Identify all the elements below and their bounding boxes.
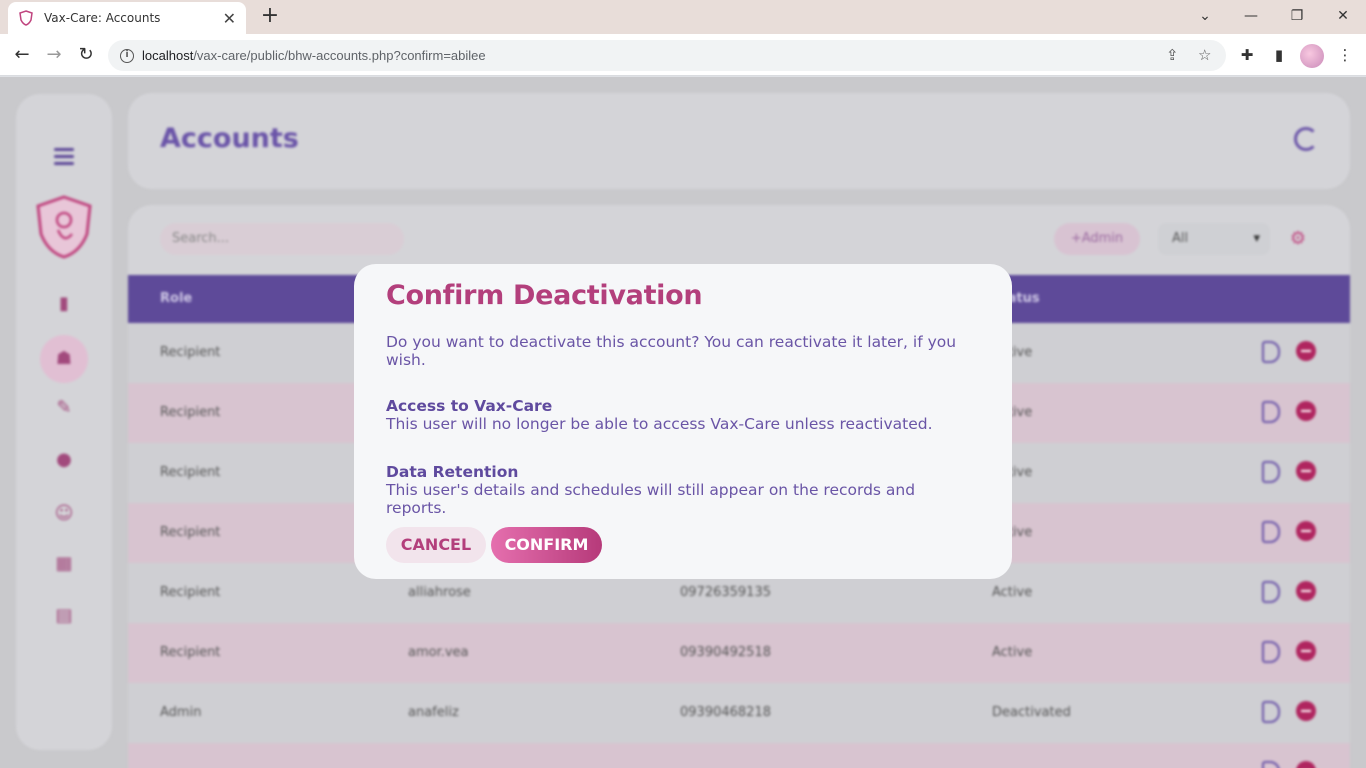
role-filter-select[interactable]: All [1158,223,1270,255]
deactivate-icon[interactable] [1296,641,1316,661]
reload-icon[interactable]: ↻ [74,43,98,67]
browser-menu-icon[interactable]: ⋮ [1334,44,1356,66]
deactivate-icon[interactable] [1296,401,1316,421]
browser-tab-bar: Vax-Care: Accounts ✕ + ⌄ — ❐ ✕ [0,0,1366,34]
cancel-button[interactable]: CANCEL [386,527,486,563]
minimize-icon[interactable]: — [1228,0,1274,32]
dialog-body: Do you want to deactivate this account? … [386,333,980,517]
table-row: Recipient amor.vea 09390492518 Active [128,623,1350,683]
confirm-button[interactable]: CONFIRM [491,527,602,563]
calendar-icon[interactable]: ▦ [52,552,76,576]
logout-icon[interactable] [1294,127,1318,151]
baby-icon[interactable]: ☺ [52,502,76,526]
browser-tab[interactable]: Vax-Care: Accounts ✕ [8,2,246,34]
url-text: localhost/vax-care/public/bhw-accounts.p… [142,48,486,63]
browser-toolbar: ← → ↻ i localhost/vax-care/public/bhw-ac… [0,34,1366,76]
table-row: Admin anafeliz 09390468218 Deactivated [128,683,1350,743]
search-input[interactable]: Search... [160,223,404,255]
stats-icon[interactable]: ▮ [52,292,76,316]
extensions-icon[interactable]: ✚ [1236,44,1258,66]
retention-section-title: Data Retention [386,463,519,481]
deactivate-icon[interactable] [1296,701,1316,721]
vaccine-icon[interactable]: ✎ [52,396,76,420]
back-icon[interactable]: ← [10,43,34,67]
accounts-icon[interactable]: ☗ [52,347,76,371]
deactivate-icon[interactable] [1296,461,1316,481]
edit-icon[interactable] [1262,761,1280,768]
table-row [128,743,1350,768]
access-section-title: Access to Vax-Care [386,397,553,415]
retention-section-text: This user's details and schedules will s… [386,481,916,517]
edit-icon[interactable] [1262,701,1280,723]
add-admin-button[interactable]: +Admin [1054,223,1140,255]
side-panel-icon[interactable]: ▮ [1268,44,1290,66]
column-header-role: Role [160,291,193,306]
sidebar: ▮ ☗ ✎ ● ☺ ▦ ▤ [16,94,112,750]
tab-title: Vax-Care: Accounts [44,11,161,25]
health-worker-icon[interactable]: ● [52,448,76,472]
deactivate-icon[interactable] [1296,761,1316,768]
dialog-lead-text: Do you want to deactivate this account? … [386,333,957,369]
new-tab-icon[interactable]: + [258,4,282,28]
edit-icon[interactable] [1262,521,1280,543]
close-window-icon[interactable]: ✕ [1320,0,1366,32]
tab-close-icon[interactable]: ✕ [223,9,236,28]
dialog-actions: CANCEL CONFIRM [386,527,602,563]
share-icon[interactable]: ⇪ [1166,40,1179,71]
forward-icon[interactable]: → [42,43,66,67]
address-bar[interactable]: i localhost/vax-care/public/bhw-accounts… [108,40,1226,71]
deactivate-icon[interactable] [1296,341,1316,361]
vax-care-logo [36,195,92,259]
edit-icon[interactable] [1262,641,1280,663]
access-section-text: This user will no longer be able to acce… [386,415,933,433]
restore-icon[interactable]: ❐ [1274,0,1320,32]
deactivate-icon[interactable] [1296,521,1316,541]
page-header: Accounts [128,93,1350,189]
menu-icon[interactable] [54,148,74,165]
report-icon[interactable]: ▤ [52,604,76,628]
filter-settings-icon[interactable]: ⚙ [1288,229,1308,249]
edit-icon[interactable] [1262,581,1280,603]
tab-search-icon[interactable]: ⌄ [1182,0,1228,32]
bookmark-star-icon[interactable]: ☆ [1198,40,1211,71]
edit-icon[interactable] [1262,341,1280,363]
site-info-icon[interactable]: i [120,48,134,63]
edit-icon[interactable] [1262,461,1280,483]
profile-avatar[interactable] [1300,44,1324,68]
page-title: Accounts [160,123,299,154]
edit-icon[interactable] [1262,401,1280,423]
dialog-title: Confirm Deactivation [386,280,703,311]
confirm-deactivation-dialog: Confirm Deactivation Do you want to deac… [354,264,1012,579]
deactivate-icon[interactable] [1296,581,1316,601]
vax-care-favicon [19,10,33,26]
